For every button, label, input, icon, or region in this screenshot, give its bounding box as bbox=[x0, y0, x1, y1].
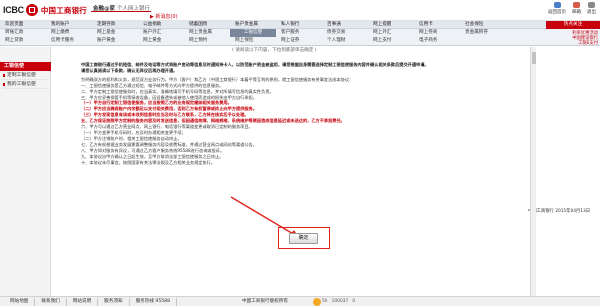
nav-item[interactable]: 信用卡服务 bbox=[46, 37, 92, 45]
nav-item[interactable]: 私人银行 bbox=[276, 21, 322, 29]
nav-item[interactable]: 账户黄金 bbox=[92, 37, 138, 45]
nav-item[interactable]: 贵金属积存 bbox=[460, 29, 506, 37]
nav-item[interactable]: 网上提醒 bbox=[368, 21, 414, 29]
agreement-text: 中国工商银行通过手机短信、邮件及电话等方式将账户变动等信息及时通知持卡人，以防范… bbox=[72, 62, 524, 165]
hot-topics-tab[interactable]: 热点关注 bbox=[546, 21, 600, 29]
main-navigation: 欢迎页面 我的账户 定期存款 公益捐助 储蓄国债 账户贵金属 私人银行 百事通 … bbox=[0, 21, 600, 46]
header: ICBC 中国工商银行 金融@家 个人网上银行 ▶ 新消息(0) 返回首页 邮箱… bbox=[0, 0, 600, 21]
agreement-paragraph: 十、本协议未尽事宜，按照国家有关法律法规及乙方相关业务规定执行。 bbox=[81, 159, 216, 165]
nav-item[interactable]: 网上保险 bbox=[230, 37, 276, 45]
nav-item[interactable]: 公益捐助 bbox=[138, 21, 184, 29]
footer-stat: 0 bbox=[352, 299, 356, 304]
nav-item[interactable]: 电子商务 bbox=[414, 37, 460, 45]
logo-text-cn: 中国工商银行 bbox=[40, 5, 88, 15]
agreement-date: 中国工商银行 2015年04月13日 bbox=[528, 209, 590, 214]
read-instruction: ( 请阅读以下内容，下拉到底部单击确定 ) bbox=[232, 48, 317, 53]
footer-link-about[interactable]: 网站说明 bbox=[67, 298, 99, 306]
nav-item[interactable]: 网上支付 bbox=[368, 37, 414, 45]
nav-item[interactable]: 账户贵金属 bbox=[230, 21, 276, 29]
footer-stats: 5h 100037 0 bbox=[322, 298, 355, 306]
nav-item[interactable]: 网上贵金属 bbox=[184, 29, 230, 37]
nav-item[interactable]: 个人理财 bbox=[322, 37, 368, 45]
footer-link-sitemap[interactable]: 网站地图 bbox=[4, 298, 36, 306]
nav-row-3: 网上贷款 信用卡服务 账户黄金 网上黄金 网上预约 网上保险 网上证券 个人理财… bbox=[0, 37, 600, 45]
top-links: 返回首页 邮箱 退出 bbox=[548, 2, 596, 15]
footer-link-notice[interactable]: 服务须知 bbox=[98, 298, 130, 306]
icbc-logo-icon bbox=[25, 4, 38, 16]
home-link-label: 返回首页 bbox=[548, 10, 566, 15]
new-message-link[interactable]: ▶ 新消息(0) bbox=[150, 13, 178, 20]
sidebar-item-customize[interactable]: 定制工银信使 bbox=[2, 71, 49, 80]
footer: 网站地图 联系我们 网站说明 服务须知 服务热线 95588 中国工商银行版权所… bbox=[0, 296, 600, 306]
nav-item[interactable]: 定期存款 bbox=[92, 21, 138, 29]
confirm-button[interactable]: 确定 bbox=[289, 233, 318, 244]
nav-item-active-gongyin-xinshi[interactable]: 工银信使 bbox=[230, 29, 276, 37]
nav-item[interactable]: 社会保险 bbox=[460, 21, 506, 29]
nav-item[interactable]: 储蓄国债 bbox=[184, 21, 230, 29]
icbc-logo[interactable]: ICBC 中国工商银行 bbox=[3, 3, 87, 17]
mail-icon bbox=[573, 2, 580, 8]
scrollbar-thumb[interactable] bbox=[532, 52, 536, 64]
footer-stat: 100037 bbox=[331, 299, 349, 304]
brand-divider bbox=[91, 11, 151, 12]
footer-copyright: 中国工商银行版权所有 bbox=[242, 299, 288, 304]
mailbox-link[interactable]: 邮箱 bbox=[572, 2, 581, 15]
nav-item[interactable]: 债券交易 bbox=[322, 29, 368, 37]
logout-link-label: 退出 bbox=[587, 10, 596, 15]
nav-item[interactable]: 信用卡 bbox=[414, 21, 460, 29]
sidebar-item-my-messenger[interactable]: 我的工银信使 bbox=[2, 80, 49, 89]
footer-link-contact[interactable]: 联系我们 bbox=[35, 298, 67, 306]
nav-item[interactable]: 网上预约 bbox=[184, 37, 230, 45]
nav-item[interactable]: 网上外汇 bbox=[368, 29, 414, 37]
footer-hotline: 服务热线 95588 bbox=[130, 298, 178, 306]
hot-topic-link[interactable]: 工银E支付 bbox=[578, 40, 598, 46]
nav-item[interactable]: 我的账户 bbox=[46, 21, 92, 29]
nav-item[interactable]: 客户服务 bbox=[276, 29, 322, 37]
footer-links: 网站地图 联系我们 网站说明 服务须知 服务热线 95588 bbox=[4, 298, 178, 306]
nav-item[interactable]: 转账汇款 bbox=[0, 29, 46, 37]
logout-link[interactable]: 退出 bbox=[587, 2, 596, 15]
nav-item[interactable]: 网上基金 bbox=[92, 29, 138, 37]
mailbox-link-label: 邮箱 bbox=[572, 10, 581, 15]
nav-item[interactable]: 欢迎页面 bbox=[0, 21, 46, 29]
nav-item[interactable]: 网上缴费 bbox=[46, 29, 92, 37]
home-link[interactable]: 返回首页 bbox=[548, 2, 566, 15]
nav-item[interactable]: 账户外汇 bbox=[138, 29, 184, 37]
logout-icon bbox=[588, 2, 595, 8]
footer-stat: 5h bbox=[322, 299, 328, 304]
sidebar: 工银信使 定制工银信使 我的工银信使 bbox=[0, 47, 51, 296]
home-icon bbox=[553, 2, 561, 8]
nav-row-1: 欢迎页面 我的账户 定期存款 公益捐助 储蓄国债 账户贵金属 私人银行 百事通 … bbox=[0, 21, 600, 29]
hot-topics: 热点关注 利率优惠活动 中国建设银行 工银E支付 bbox=[546, 21, 600, 46]
sidebar-title: 工银信使 bbox=[0, 62, 51, 71]
nav-item[interactable]: 网上贷款 bbox=[0, 37, 46, 45]
nav-item[interactable]: 网上证券 bbox=[276, 37, 322, 45]
main-content: ( 请阅读以下内容，下拉到底部单击确定 ) 中国工商银行通过手机短信、邮件及电话… bbox=[52, 47, 600, 296]
nav-item[interactable]: 网上黄金 bbox=[138, 37, 184, 45]
security-badge-icon bbox=[313, 298, 321, 306]
content-scrollbar[interactable] bbox=[530, 47, 536, 296]
nav-item[interactable]: 网上券商 bbox=[414, 29, 460, 37]
nav-row-2: 转账汇款 网上缴费 网上基金 账户外汇 网上贵金属 工银信使 客户服务 债券交易… bbox=[0, 29, 600, 37]
logo-text-en: ICBC bbox=[3, 5, 24, 15]
nav-item[interactable]: 百事通 bbox=[322, 21, 368, 29]
